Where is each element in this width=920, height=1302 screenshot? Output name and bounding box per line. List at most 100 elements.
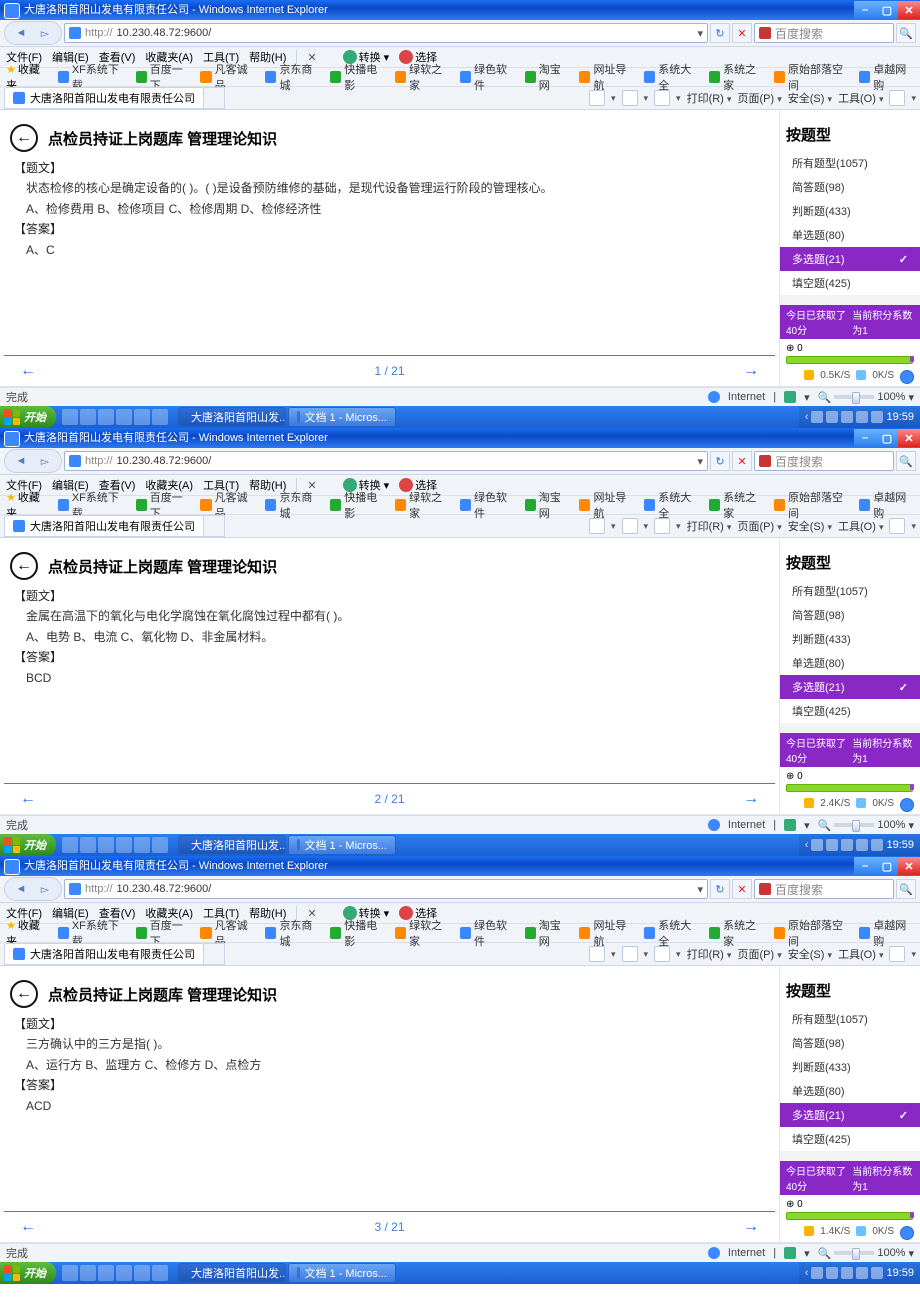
- url-dropdown-icon[interactable]: ▾: [697, 27, 703, 40]
- cmd-item[interactable]: 工具(O) ▾: [838, 90, 883, 106]
- back-arrow-button[interactable]: ←: [10, 552, 38, 580]
- filter-item[interactable]: 填空题(425): [780, 1127, 920, 1151]
- nav-back-button[interactable]: ◄: [9, 878, 33, 900]
- start-button[interactable]: 开始: [0, 406, 56, 428]
- close-button[interactable]: ✕: [898, 857, 920, 875]
- url-input[interactable]: http://10.230.48.72:9600/ ▾: [64, 451, 708, 471]
- tray-clock[interactable]: 19:59: [886, 1267, 914, 1279]
- filter-item[interactable]: 判断题(433): [780, 199, 920, 223]
- ql-icon[interactable]: [80, 409, 96, 425]
- zoom-control[interactable]: 🔍 100%▾: [818, 391, 914, 404]
- bookmark-item[interactable]: 快播电影: [330, 489, 385, 521]
- filter-item[interactable]: 填空题(425): [780, 699, 920, 723]
- tray-icon[interactable]: [811, 1267, 823, 1279]
- tray-icon[interactable]: [841, 1267, 853, 1279]
- bookmark-item[interactable]: 快播电影: [330, 61, 385, 93]
- ql-icon[interactable]: [116, 409, 132, 425]
- taskbar-task[interactable]: 文档 1 - Micros...: [288, 835, 396, 855]
- bookmark-item[interactable]: 系统大全: [644, 489, 699, 521]
- filter-item[interactable]: 简答题(98): [780, 1031, 920, 1055]
- filter-item[interactable]: 单选题(80): [780, 1079, 920, 1103]
- mail-icon[interactable]: [654, 90, 670, 106]
- filter-item[interactable]: 简答题(98): [780, 603, 920, 627]
- bookmark-item[interactable]: 京东商城: [265, 489, 320, 521]
- tray-icon[interactable]: [871, 411, 883, 423]
- ql-icon[interactable]: [62, 837, 78, 853]
- bookmark-item[interactable]: 绿色软件: [460, 489, 515, 521]
- bookmark-item[interactable]: 淘宝网: [525, 489, 570, 521]
- bookmark-item[interactable]: 系统大全: [644, 917, 699, 949]
- filter-item[interactable]: 判断题(433): [780, 627, 920, 651]
- pager-next-button[interactable]: →: [743, 362, 759, 380]
- minimize-button[interactable]: –: [854, 1, 876, 19]
- filter-item[interactable]: 填空题(425): [780, 271, 920, 295]
- tray-icon[interactable]: [856, 1267, 868, 1279]
- browser-tab[interactable]: 大唐洛阳首阳山发电有限责任公司: [4, 943, 204, 965]
- url-dropdown-icon[interactable]: ▾: [697, 883, 703, 896]
- tray-icon[interactable]: [856, 411, 868, 423]
- tray-clock[interactable]: 19:59: [886, 839, 914, 851]
- cmd-item[interactable]: 安全(S) ▾: [788, 518, 832, 534]
- tray-expand-icon[interactable]: ‹: [805, 411, 809, 423]
- bookmark-item[interactable]: 绿软之家: [395, 489, 450, 521]
- ql-icon[interactable]: [116, 1265, 132, 1281]
- bookmark-item[interactable]: 系统大全: [644, 61, 699, 93]
- maximize-button[interactable]: ▢: [876, 1, 898, 19]
- tray-icon[interactable]: [826, 1267, 838, 1279]
- tray-icon[interactable]: [856, 839, 868, 851]
- bookmark-item[interactable]: 原始部落空间: [774, 489, 849, 521]
- taskbar-task[interactable]: 文档 1 - Micros...: [288, 407, 396, 427]
- tray-icon[interactable]: [841, 839, 853, 851]
- help-icon[interactable]: [889, 90, 905, 106]
- cmd-item[interactable]: 安全(S) ▾: [788, 90, 832, 106]
- stop-button[interactable]: ✕: [732, 451, 752, 471]
- bookmark-item[interactable]: 绿色软件: [460, 917, 515, 949]
- bookmark-item[interactable]: 快播电影: [330, 917, 385, 949]
- close-button[interactable]: ✕: [898, 429, 920, 447]
- stop-button[interactable]: ✕: [732, 879, 752, 899]
- maximize-button[interactable]: ▢: [876, 857, 898, 875]
- cmd-item[interactable]: 打印(R) ▾: [687, 518, 732, 534]
- filter-item[interactable]: 简答题(98): [780, 175, 920, 199]
- bookmark-item[interactable]: 卓越网购: [859, 489, 914, 521]
- bookmark-item[interactable]: 绿软之家: [395, 61, 450, 93]
- home-icon[interactable]: [589, 946, 605, 962]
- taskbar-task[interactable]: 大唐洛阳首阳山发...: [178, 407, 286, 427]
- bookmark-item[interactable]: 系统之家: [709, 489, 764, 521]
- minimize-button[interactable]: –: [854, 429, 876, 447]
- maximize-button[interactable]: ▢: [876, 429, 898, 447]
- help-icon[interactable]: [889, 946, 905, 962]
- tray-clock[interactable]: 19:59: [886, 411, 914, 423]
- search-button[interactable]: 🔍: [896, 879, 916, 899]
- new-tab-button[interactable]: [203, 943, 225, 965]
- bookmark-item[interactable]: 系统之家: [709, 61, 764, 93]
- ql-icon[interactable]: [98, 409, 114, 425]
- url-input[interactable]: http://10.230.48.72:9600/ ▾: [64, 879, 708, 899]
- help-icon[interactable]: [889, 518, 905, 534]
- bookmark-item[interactable]: 系统之家: [709, 917, 764, 949]
- nav-forward-button[interactable]: ▻: [33, 22, 57, 44]
- search-button[interactable]: 🔍: [896, 23, 916, 43]
- taskbar-task[interactable]: 大唐洛阳首阳山发...: [178, 835, 286, 855]
- bookmark-item[interactable]: 淘宝网: [525, 61, 570, 93]
- feeds-icon[interactable]: [622, 946, 638, 962]
- pager-prev-button[interactable]: ←: [20, 1218, 36, 1236]
- mail-icon[interactable]: [654, 946, 670, 962]
- ql-icon[interactable]: [134, 837, 150, 853]
- bookmark-item[interactable]: 京东商城: [265, 917, 320, 949]
- zoom-control[interactable]: 🔍 100%▾: [818, 819, 914, 832]
- pager-prev-button[interactable]: ←: [20, 790, 36, 808]
- tray-expand-icon[interactable]: ‹: [805, 1267, 809, 1279]
- back-arrow-button[interactable]: ←: [10, 124, 38, 152]
- ql-icon[interactable]: [152, 1265, 168, 1281]
- zoom-control[interactable]: 🔍 100%▾: [818, 1247, 914, 1260]
- filter-item[interactable]: 单选题(80): [780, 223, 920, 247]
- minimize-button[interactable]: –: [854, 857, 876, 875]
- taskbar-task[interactable]: 大唐洛阳首阳山发...: [178, 1263, 286, 1283]
- feeds-icon[interactable]: [622, 90, 638, 106]
- bookmark-item[interactable]: 网址导航: [579, 489, 634, 521]
- ql-icon[interactable]: [98, 837, 114, 853]
- filter-item[interactable]: 多选题(21): [780, 247, 920, 271]
- search-input[interactable]: 百度搜索: [754, 879, 894, 899]
- pager-next-button[interactable]: →: [743, 1218, 759, 1236]
